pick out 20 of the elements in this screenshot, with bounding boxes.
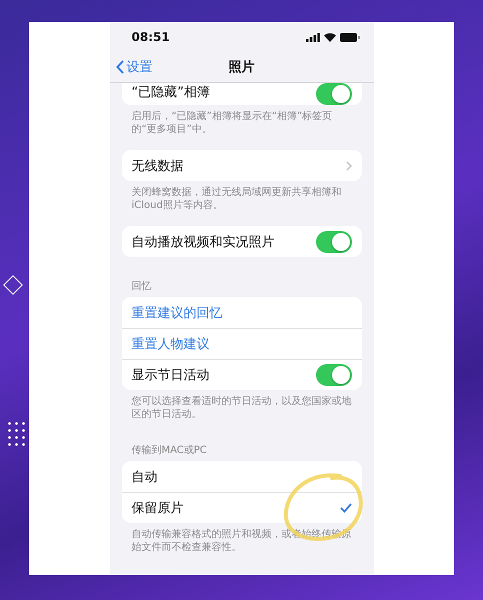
toggle-switch[interactable] (316, 230, 352, 252)
chevron-right-icon (346, 160, 352, 170)
setting-label: “已隐藏”相簿 (132, 84, 210, 101)
toggle-switch[interactable] (316, 364, 352, 386)
page-title: 照片 (228, 59, 254, 76)
battery-icon (340, 32, 360, 42)
section-footer: 关闭蜂窝数据，通过无线局域网更新共享相簿和iCloud照片等内容。 (122, 181, 362, 212)
setting-label: 自动播放视频和实况照片 (132, 234, 274, 250)
status-time: 08:51 (132, 30, 170, 44)
section-header: 传输到MAC或PC (130, 444, 208, 458)
wifi-icon (324, 32, 336, 42)
signal-icon (306, 32, 320, 42)
setting-label: 显示节日活动 (132, 367, 210, 384)
section-header: 回忆 (130, 280, 152, 294)
section-footer: 您可以选择查看适时的节日活动，以及您国家或地区的节日活动。 (122, 390, 362, 421)
back-button[interactable]: 设置 (110, 58, 152, 76)
section-footer: 启用后，“已隐藏”相簿将显示在“相簿”标签页的“更多项目”中。 (122, 105, 362, 136)
chevron-left-icon (116, 60, 124, 74)
checkmark-icon (340, 503, 352, 513)
toggle-switch[interactable] (316, 83, 352, 105)
